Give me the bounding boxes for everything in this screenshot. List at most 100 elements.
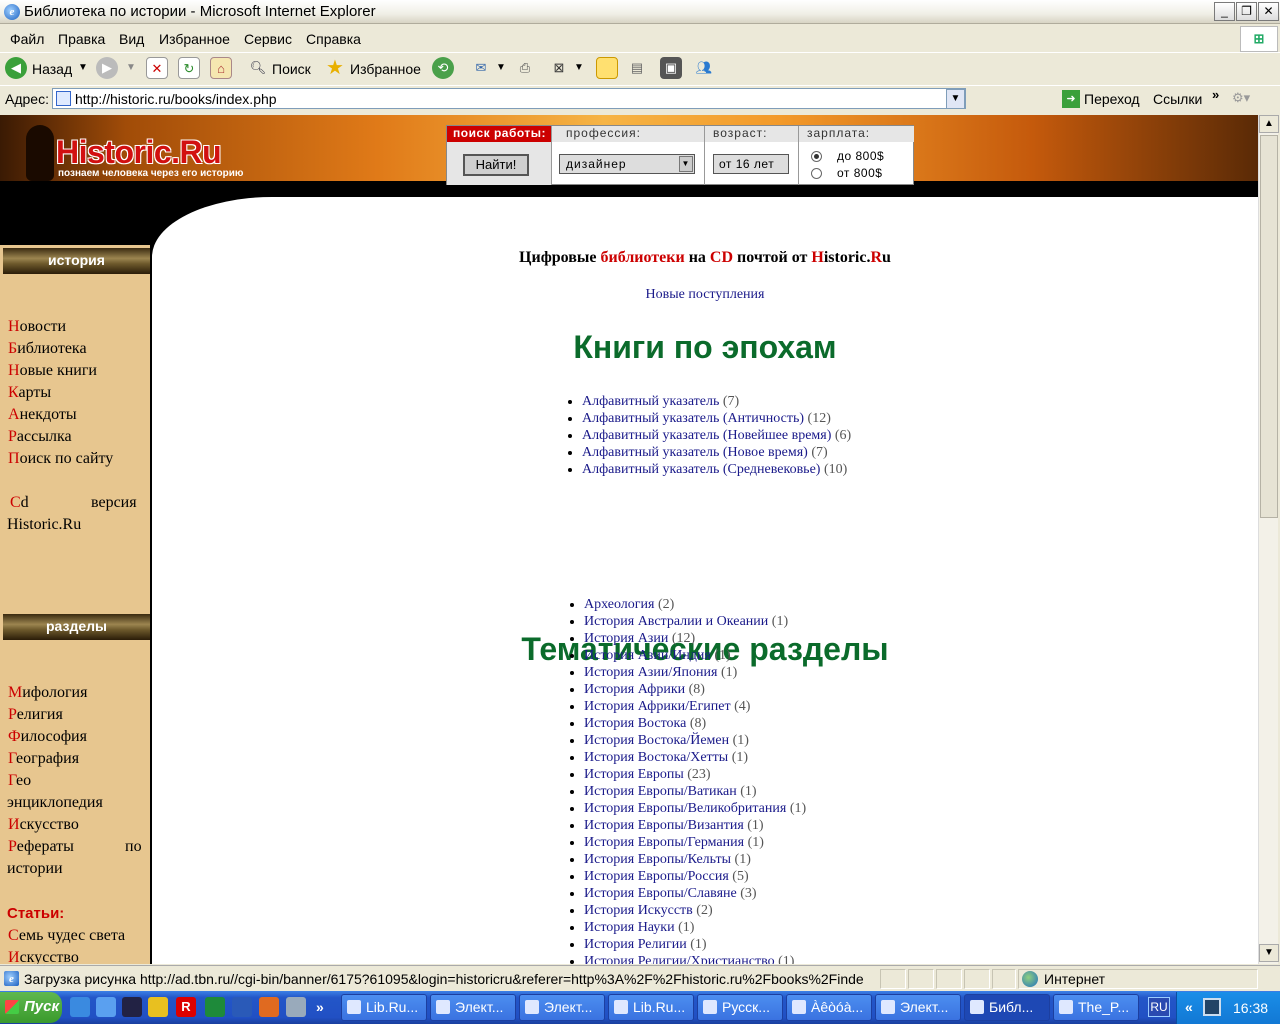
history-icon[interactable]: ⟲: [432, 57, 454, 79]
age-input[interactable]: от 16 лет: [713, 154, 789, 174]
search-button[interactable]: Поиск: [272, 61, 311, 77]
taskbar-task-button[interactable]: Элект...: [430, 994, 516, 1021]
sidebar-item-anecdotes[interactable]: Анекдоты: [8, 406, 77, 424]
taskbar-task-button[interactable]: Àêòóà...: [786, 994, 872, 1021]
taskbar-task-button[interactable]: Lib.Ru...: [608, 994, 694, 1021]
topic-link[interactable]: История Африки/Египет: [584, 699, 731, 714]
sidebar-item-essays[interactable]: Рефераты: [8, 838, 74, 856]
sidebar-item-new-books[interactable]: Новые книги: [8, 362, 97, 380]
toolbar-extra-icon[interactable]: ⚙▾: [1232, 90, 1250, 106]
topic-link[interactable]: История Религии/Христианство: [584, 954, 775, 964]
research-icon[interactable]: ▤: [626, 57, 648, 79]
scroll-up-icon[interactable]: ▲: [1259, 115, 1279, 133]
vertical-scrollbar[interactable]: ▲ ▼: [1258, 115, 1279, 964]
topic-link[interactable]: История Искусств: [584, 903, 693, 918]
topic-link[interactable]: История Религии: [584, 937, 687, 952]
topic-link[interactable]: История Востока: [584, 716, 686, 731]
topic-link[interactable]: История Азии/Япония: [584, 665, 717, 680]
sidebar-item-geo-line2[interactable]: энциклопедия: [7, 794, 103, 812]
address-dropdown-icon[interactable]: ▼: [946, 89, 965, 109]
edit-dropdown-icon[interactable]: ▼: [574, 62, 584, 73]
quicklaunch-powerpoint-icon[interactable]: [259, 997, 279, 1017]
topic-link[interactable]: История Европы/Ватикан: [584, 784, 737, 799]
quicklaunch-explorer-icon[interactable]: [96, 997, 116, 1017]
quicklaunch-more-icon[interactable]: »: [316, 999, 324, 1015]
favorites-star-icon[interactable]: ★: [324, 57, 346, 79]
forward-icon[interactable]: ▶: [96, 57, 118, 79]
topic-link[interactable]: История Востока/Хетты: [584, 750, 728, 765]
menu-edit[interactable]: Правка: [58, 31, 105, 47]
contacts-icon[interactable]: 👥︎: [693, 57, 715, 79]
sidebar-item-mailing[interactable]: Рассылка: [8, 428, 72, 446]
quicklaunch-r-icon[interactable]: R: [176, 997, 196, 1017]
quicklaunch-calc-icon[interactable]: [286, 997, 306, 1017]
menu-favorites[interactable]: Избранное: [159, 31, 230, 47]
era-link[interactable]: Алфавитный указатель (Новейшее время): [582, 428, 831, 443]
language-indicator[interactable]: RU: [1148, 997, 1170, 1017]
era-link[interactable]: Алфавитный указатель: [582, 394, 719, 409]
sidebar-item-cd[interactable]: Cd: [10, 494, 29, 512]
sidebar-item-library[interactable]: Библиотека: [8, 340, 87, 358]
topic-link[interactable]: История Европы/Германия: [584, 835, 744, 850]
home-icon[interactable]: ⌂: [210, 57, 232, 79]
site-logo[interactable]: Historic.Ru: [56, 134, 222, 171]
edit-icon[interactable]: ⊠: [548, 57, 570, 79]
era-link[interactable]: Алфавитный указатель (Античность): [582, 411, 804, 426]
sidebar-item-maps[interactable]: Карты: [8, 384, 51, 402]
taskbar-task-button[interactable]: Элект...: [519, 994, 605, 1021]
quicklaunch-save-icon[interactable]: [122, 997, 142, 1017]
address-input[interactable]: http://historic.ru/books/index.php: [52, 88, 966, 109]
topic-link[interactable]: История Азии/Индия: [584, 648, 711, 663]
sidebar-item-religion[interactable]: Религия: [8, 706, 63, 724]
discuss-icon[interactable]: [596, 57, 618, 79]
maximize-button[interactable]: ❐: [1236, 2, 1257, 21]
quicklaunch-word-icon[interactable]: [232, 997, 252, 1017]
sidebar-item-essays-line2[interactable]: истории: [7, 860, 63, 878]
forward-dropdown-icon[interactable]: ▼: [126, 62, 136, 73]
topic-link[interactable]: История Науки: [584, 920, 675, 935]
topic-link[interactable]: История Европы/Славяне: [584, 886, 737, 901]
sidebar-item-geography[interactable]: География: [8, 750, 79, 768]
sidebar-item-essays-po[interactable]: по: [125, 838, 142, 856]
menu-tools[interactable]: Сервис: [244, 31, 292, 47]
start-button[interactable]: Пуск: [0, 992, 62, 1023]
sidebar-item-art-articles[interactable]: Искусство: [8, 949, 79, 964]
menu-view[interactable]: Вид: [119, 31, 144, 47]
go-button[interactable]: Переход: [1084, 91, 1140, 107]
quicklaunch-ie-icon[interactable]: [70, 997, 90, 1017]
refresh-icon[interactable]: ↻: [178, 57, 200, 79]
tray-expand-icon[interactable]: «: [1185, 999, 1193, 1015]
sidebar-item-site-search[interactable]: Поиск по сайту: [8, 450, 113, 468]
salary-radio-over-800[interactable]: [811, 168, 822, 179]
menu-help[interactable]: Справка: [306, 31, 361, 47]
topic-link[interactable]: История Европы: [584, 767, 684, 782]
scroll-thumb[interactable]: [1260, 135, 1278, 518]
mail-icon[interactable]: ✉: [470, 57, 492, 79]
cd-text-libraries[interactable]: библиотеки: [601, 249, 685, 266]
topic-link[interactable]: История Европы/Византия: [584, 818, 744, 833]
topic-link[interactable]: История Европы/Кельты: [584, 852, 731, 867]
links-more-icon[interactable]: »: [1212, 87, 1219, 102]
salary-radio-under-800[interactable]: [811, 151, 822, 162]
scroll-down-icon[interactable]: ▼: [1259, 944, 1279, 962]
minimize-button[interactable]: _: [1214, 2, 1235, 21]
messenger-icon[interactable]: ▣: [660, 57, 682, 79]
cd-text-cd[interactable]: CD: [710, 249, 733, 266]
tray-disk-icon[interactable]: [1203, 998, 1221, 1016]
profession-select[interactable]: дизайнер ▼: [559, 154, 695, 174]
sidebar-item-mythology[interactable]: Мифология: [8, 684, 87, 702]
sidebar-item-news[interactable]: Новости: [8, 318, 66, 336]
quicklaunch-app-icon[interactable]: [148, 997, 168, 1017]
chevron-down-icon[interactable]: ▼: [679, 156, 693, 172]
topic-link[interactable]: История Азии: [584, 631, 668, 646]
taskbar-task-button[interactable]: Русск...: [697, 994, 783, 1021]
sidebar-item-cd-line2[interactable]: Historic.Ru: [7, 516, 81, 534]
topic-link[interactable]: История Востока/Йемен: [584, 733, 729, 748]
menu-file[interactable]: Файл: [10, 31, 44, 47]
sidebar-item-geo[interactable]: Гео: [8, 772, 31, 790]
sidebar-item-cd-word2[interactable]: версия: [91, 494, 137, 512]
back-dropdown-icon[interactable]: ▼: [78, 62, 88, 73]
back-icon[interactable]: ◀: [5, 57, 27, 79]
find-button[interactable]: Найти!: [463, 154, 529, 176]
sidebar-item-wonders[interactable]: Семь чудес света: [8, 927, 125, 945]
